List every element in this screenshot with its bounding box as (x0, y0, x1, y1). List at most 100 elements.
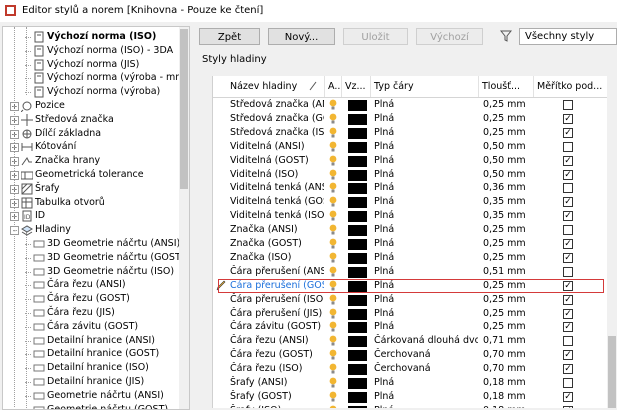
layer-row[interactable]: Značka (ANSI)Plná0,25 mm (213, 223, 608, 237)
scale-checkbox[interactable]: ✓ (563, 170, 573, 180)
scale-checkbox[interactable]: ✓ (563, 239, 573, 249)
tree-item[interactable]: 3D Geometrie náčrtu (ISO) (3, 265, 179, 279)
lightbulb-icon[interactable] (329, 363, 337, 375)
layer-row[interactable]: Čára řezu (ANSI)Čárkovaná dlouhá dvojteč… (213, 334, 608, 348)
color-swatch[interactable] (348, 142, 367, 153)
tree-item[interactable]: +Značka hrany (3, 154, 179, 168)
layer-row[interactable]: Čára přerušení (ANSI)Plná0,51 mm (213, 265, 608, 279)
lightbulb-icon[interactable] (329, 377, 337, 389)
color-swatch[interactable] (348, 309, 367, 320)
lightbulb-icon[interactable] (329, 169, 337, 181)
color-swatch[interactable] (348, 225, 367, 236)
scale-checkbox[interactable]: ✓ (563, 309, 573, 319)
tree-item[interactable]: 3D Geometrie náčrtu (GOST) (3, 251, 179, 265)
save-button[interactable]: Uložit (343, 28, 408, 45)
scale-checkbox[interactable] (563, 378, 573, 388)
lightbulb-icon[interactable] (329, 224, 337, 236)
color-swatch[interactable] (348, 183, 367, 194)
lightbulb-icon[interactable] (329, 210, 337, 222)
tree-item[interactable]: Výchozí norma (JIS) (3, 58, 179, 72)
lightbulb-icon[interactable] (329, 155, 337, 167)
lightbulb-icon[interactable] (329, 252, 337, 264)
color-swatch[interactable] (348, 392, 367, 403)
tree-item[interactable]: Geometrie náčrtu (ANSI) (3, 389, 179, 403)
style-tree[interactable]: Geometrie náčrtu (GOST)Geometrie náčrtu … (2, 26, 190, 410)
scale-checkbox[interactable]: ✓ (563, 295, 573, 305)
column-header-linetype[interactable]: Typ čáry (371, 76, 479, 98)
tree-item[interactable]: 3D Geometrie náčrtu (ANSI) (3, 237, 179, 251)
layer-row[interactable]: Čára přerušení (ISO)Plná0,25 mm✓ (213, 293, 608, 307)
color-swatch[interactable] (348, 350, 367, 361)
tree-item[interactable]: Čára závitu (GOST) (3, 320, 179, 334)
color-swatch[interactable] (348, 295, 367, 306)
lightbulb-icon[interactable] (329, 127, 337, 139)
layer-row[interactable]: Středová značka (GOST)Plná0,25 mm✓ (213, 112, 608, 126)
color-swatch[interactable] (348, 239, 367, 250)
layer-row[interactable]: Čára přerušení (JIS)Plná0,25 mm✓ (213, 307, 608, 321)
grid-scrollbar-thumb[interactable] (608, 336, 616, 408)
layer-row[interactable]: Šrafy (ANSI)Plná0,18 mm (213, 376, 608, 390)
tree-item[interactable]: Čára řezu (JIS) (3, 306, 179, 320)
column-header-active[interactable]: A... (325, 76, 342, 98)
scale-checkbox[interactable] (563, 336, 573, 346)
tree-item[interactable]: Detailní hranice (ANSI) (3, 334, 179, 348)
color-swatch[interactable] (348, 170, 367, 181)
tree-item[interactable]: Detailní hranice (JIS) (3, 375, 179, 389)
layer-row[interactable]: Šrafy (GOST)Plná0,18 mm✓ (213, 390, 608, 404)
lightbulb-icon[interactable] (329, 391, 337, 403)
scale-checkbox[interactable] (563, 142, 573, 152)
layer-styles-grid[interactable]: Název hladiny A... Vz... Typ čáry Tloušť… (212, 76, 608, 408)
tree-scrollbar[interactable] (179, 27, 189, 409)
layer-row[interactable]: Viditelná (GOST)Plná0,50 mm✓ (213, 154, 608, 168)
scale-checkbox[interactable] (563, 267, 573, 277)
tree-item[interactable]: Čára řezu (ANSI) (3, 278, 179, 292)
tree-item[interactable]: +Středová značka (3, 113, 179, 127)
default-button[interactable]: Výchozí (416, 28, 483, 45)
tree-item[interactable]: Výchozí norma (ISO) (3, 30, 179, 44)
tree-item[interactable]: +Geometrická tolerance (3, 168, 179, 182)
scale-checkbox[interactable]: ✓ (563, 211, 573, 221)
color-swatch[interactable] (348, 114, 367, 125)
layer-row[interactable]: Středová značka (ANSI)Plná0,25 mm (213, 98, 608, 112)
sort-icon[interactable] (308, 81, 318, 91)
column-header-color[interactable]: Vz... (342, 76, 371, 98)
color-swatch[interactable] (348, 364, 367, 375)
color-swatch[interactable] (348, 253, 367, 264)
column-header-lineweight[interactable]: Tloušť... (479, 76, 534, 98)
layer-row[interactable]: Viditelná tenká (ISO)Plná0,35 mm✓ (213, 209, 608, 223)
scale-checkbox[interactable]: ✓ (563, 364, 573, 374)
scale-checkbox[interactable] (563, 183, 573, 193)
layer-row[interactable]: Značka (ISO)Plná0,25 mm✓ (213, 251, 608, 265)
tree-item[interactable]: Geometrie náčrtu (GOST) (3, 403, 179, 410)
layer-row[interactable]: Šrafy (ISO)Plná0,18 mm✓ (213, 404, 608, 408)
lightbulb-icon[interactable] (329, 294, 337, 306)
lightbulb-icon[interactable] (329, 308, 337, 320)
scale-checkbox[interactable]: ✓ (563, 197, 573, 207)
color-swatch[interactable] (348, 322, 367, 333)
new-button[interactable]: Nový... (268, 28, 335, 45)
tree-item[interactable]: Výchozí norma (výroba) (3, 85, 179, 99)
tree-item[interactable]: +Pozice (3, 99, 179, 113)
filter-icon[interactable] (500, 30, 512, 42)
lightbulb-icon[interactable] (329, 141, 337, 153)
color-swatch[interactable] (348, 267, 367, 278)
grid-scrollbar[interactable] (607, 76, 617, 408)
tree-item[interactable]: Čára řezu (GOST) (3, 292, 179, 306)
tree-item[interactable]: Detailní hranice (GOST) (3, 347, 179, 361)
lightbulb-icon[interactable] (329, 266, 337, 278)
scale-checkbox[interactable] (563, 100, 573, 110)
scale-checkbox[interactable]: ✓ (563, 253, 573, 263)
layer-row[interactable]: Středová značka (ISO)Plná0,25 mm✓ (213, 126, 608, 140)
layer-row[interactable]: Viditelná (ISO)Plná0,50 mm✓ (213, 168, 608, 182)
column-header-scale[interactable]: Měřítko pod... (534, 76, 608, 98)
lightbulb-icon[interactable] (329, 182, 337, 194)
color-swatch[interactable] (348, 211, 367, 222)
layer-row[interactable]: Viditelná (ANSI)Plná0,50 mm (213, 140, 608, 154)
lightbulb-icon[interactable] (329, 238, 337, 250)
layer-row[interactable]: Viditelná tenká (GOST)Plná0,35 mm✓ (213, 195, 608, 209)
scale-checkbox[interactable]: ✓ (563, 156, 573, 166)
color-swatch[interactable] (348, 128, 367, 139)
color-swatch[interactable] (348, 378, 367, 389)
tree-item[interactable]: +Tabulka otvorů (3, 196, 179, 210)
tree-item[interactable]: +Kótování (3, 140, 179, 154)
